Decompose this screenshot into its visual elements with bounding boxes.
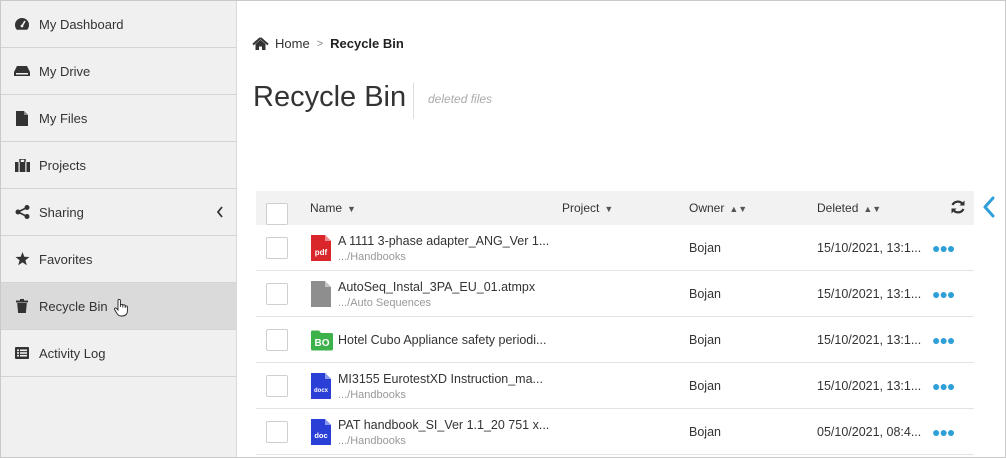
more-options-icon[interactable]: ●●● — [932, 332, 955, 348]
docx-file-icon: docx — [311, 373, 331, 399]
select-all-checkbox[interactable] — [266, 203, 288, 225]
sidebar-item-my-drive[interactable]: My Drive — [1, 48, 236, 95]
table-row[interactable]: doc PAT handbook_SI_Ver 1.1_20 751 x... … — [256, 409, 974, 455]
sort-desc-icon: ▼ — [347, 204, 356, 214]
column-header-project[interactable]: Project ▼ — [562, 201, 613, 215]
file-path: .../Handbooks — [338, 389, 406, 401]
file-owner: Bojan — [689, 287, 721, 301]
sidebar-item-label: Projects — [39, 157, 86, 173]
doc-file-icon: doc — [311, 419, 331, 445]
file-path: .../Handbooks — [338, 251, 406, 263]
sort-both-icon: ▲▼ — [729, 204, 748, 214]
table-row[interactable]: AutoSeq_Instal_3PA_EU_01.atmpx .../Auto … — [256, 271, 974, 317]
sidebar-item-label: My Dashboard — [39, 16, 124, 32]
file-owner: Bojan — [689, 379, 721, 393]
sort-both-icon: ▲▼ — [863, 204, 882, 214]
svg-text:docx: docx — [314, 388, 329, 394]
files-table: Name ▼ Project ▼ Owner ▲▼ Deleted ▲▼ pdf… — [256, 191, 974, 455]
sidebar-item-activity-log[interactable]: Activity Log — [1, 330, 236, 377]
file-path: .../Handbooks — [338, 435, 406, 447]
file-path: .../Auto Sequences — [338, 297, 431, 309]
table-row[interactable]: pdf A 1111 3-phase adapter_ANG_Ver 1... … — [256, 225, 974, 271]
app-window: My Dashboard My Drive My Files Projects … — [0, 0, 1006, 458]
hand-cursor-icon — [113, 298, 128, 320]
svg-text:BO: BO — [315, 338, 330, 349]
row-checkbox[interactable] — [266, 421, 288, 443]
deleted-date: 15/10/2021, 13:1... — [817, 379, 922, 393]
sidebar-item-sharing[interactable]: Sharing — [1, 189, 236, 236]
chevron-left-icon[interactable] — [216, 205, 224, 221]
more-options-icon[interactable]: ●●● — [932, 378, 955, 394]
deleted-date: 05/10/2021, 08:4... — [817, 425, 922, 439]
column-header-name[interactable]: Name ▼ — [310, 201, 356, 215]
file-owner: Bojan — [689, 241, 721, 255]
table-row[interactable]: BO Hotel Cubo Appliance safety periodi..… — [256, 317, 974, 363]
generic-file-icon — [311, 281, 331, 307]
file-name[interactable]: AutoSeq_Instal_3PA_EU_01.atmpx — [338, 280, 535, 294]
deleted-date: 15/10/2021, 13:1... — [817, 333, 922, 347]
page-title: Recycle Bin — [253, 81, 407, 113]
collapse-panel-icon[interactable] — [982, 196, 996, 223]
list-icon — [14, 346, 30, 360]
more-options-icon[interactable]: ●●● — [932, 240, 955, 256]
deleted-date: 15/10/2021, 13:1... — [817, 241, 922, 255]
svg-text:doc: doc — [314, 431, 327, 440]
refresh-icon[interactable] — [950, 199, 966, 220]
sidebar-item-label: Activity Log — [39, 345, 106, 361]
main-content: Home > Recycle Bin Recycle Bin deleted f… — [238, 1, 1005, 457]
drive-icon — [14, 64, 30, 78]
table-row[interactable]: docx MI3155 EurotestXD Instruction_ma...… — [256, 363, 974, 409]
bo-file-icon: BO — [311, 329, 333, 351]
breadcrumb-current: Recycle Bin — [330, 36, 404, 51]
page-subtitle: deleted files — [428, 92, 493, 106]
column-header-owner[interactable]: Owner ▲▼ — [689, 201, 747, 215]
file-icon — [14, 110, 30, 126]
sidebar-item-label: Sharing — [39, 204, 84, 220]
more-options-icon[interactable]: ●●● — [932, 424, 955, 440]
more-options-icon[interactable]: ●●● — [932, 286, 955, 302]
sidebar-item-label: My Drive — [39, 63, 91, 79]
sidebar-item-label: My Files — [39, 110, 88, 126]
file-name[interactable]: MI3155 EurotestXD Instruction_ma... — [338, 372, 543, 386]
row-checkbox[interactable] — [266, 375, 288, 397]
star-icon — [14, 252, 30, 266]
share-icon — [14, 205, 30, 219]
sidebar-item-label: Recycle Bin — [39, 298, 108, 314]
row-checkbox[interactable] — [266, 329, 288, 351]
title-divider — [413, 83, 414, 119]
file-name[interactable]: Hotel Cubo Appliance safety periodi... — [338, 333, 546, 347]
sidebar-item-my-dashboard[interactable]: My Dashboard — [1, 1, 236, 48]
sidebar-item-recycle-bin[interactable]: Recycle Bin — [1, 283, 236, 330]
row-checkbox[interactable] — [266, 283, 288, 305]
sidebar: My Dashboard My Drive My Files Projects … — [1, 1, 237, 457]
breadcrumb-home-link[interactable]: Home — [275, 36, 310, 51]
column-header-deleted[interactable]: Deleted ▲▼ — [817, 201, 881, 215]
trash-icon — [14, 299, 30, 313]
sort-desc-icon: ▼ — [604, 204, 614, 214]
row-checkbox[interactable] — [266, 237, 288, 259]
sidebar-item-favorites[interactable]: Favorites — [1, 236, 236, 283]
sidebar-item-label: Favorites — [39, 251, 93, 267]
home-icon[interactable] — [252, 36, 269, 51]
sidebar-item-my-files[interactable]: My Files — [1, 95, 236, 142]
file-owner: Bojan — [689, 333, 721, 347]
file-name[interactable]: A 1111 3-phase adapter_ANG_Ver 1... — [338, 234, 549, 248]
pdf-file-icon: pdf — [311, 235, 331, 261]
chevron-right-icon: > — [316, 37, 324, 50]
breadcrumb: Home > Recycle Bin — [252, 36, 404, 51]
table-header: Name ▼ Project ▼ Owner ▲▼ Deleted ▲▼ — [256, 191, 974, 225]
file-owner: Bojan — [689, 425, 721, 439]
sidebar-item-projects[interactable]: Projects — [1, 142, 236, 189]
deleted-date: 15/10/2021, 13:1... — [817, 287, 922, 301]
projects-icon — [14, 158, 30, 172]
file-name[interactable]: PAT handbook_SI_Ver 1.1_20 751 x... — [338, 418, 549, 432]
dashboard-icon — [14, 17, 30, 31]
svg-text:pdf: pdf — [315, 248, 328, 257]
